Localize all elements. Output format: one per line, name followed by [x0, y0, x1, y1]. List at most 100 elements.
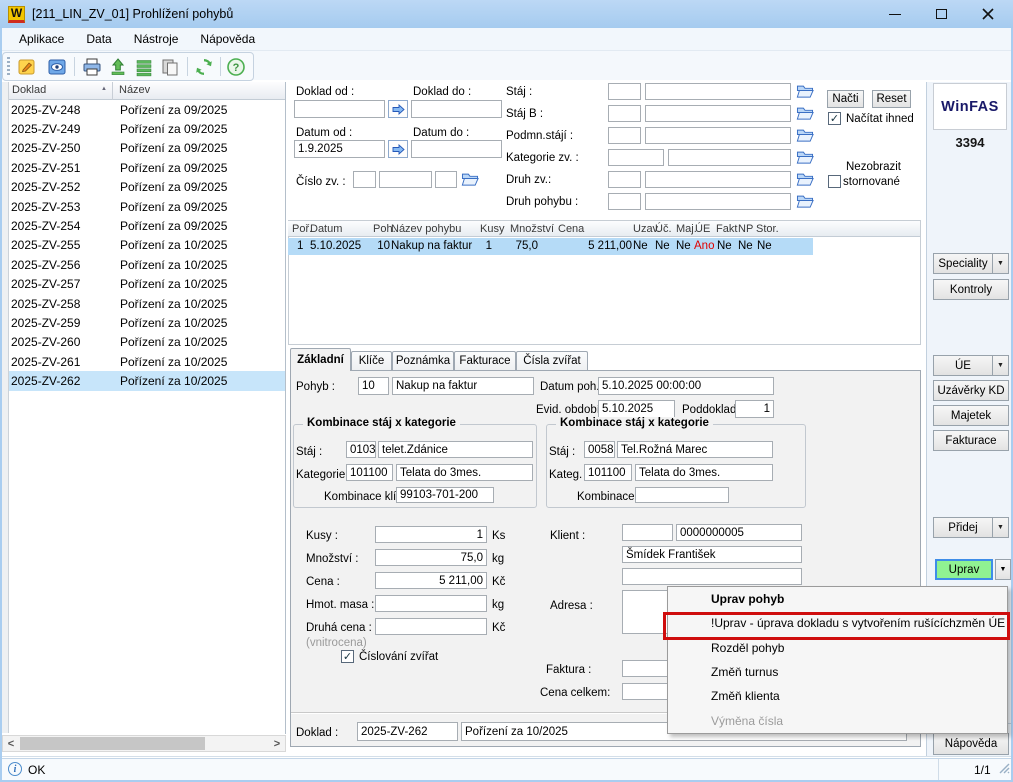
kombinace-right-input[interactable]: [635, 487, 729, 503]
filter-name-input[interactable]: [645, 105, 791, 122]
kontroly-button[interactable]: Kontroly: [933, 279, 1009, 300]
stornovane-checkbox[interactable]: [828, 175, 841, 188]
grid-column-header[interactable]: Stor.: [756, 223, 779, 235]
maximize-button[interactable]: [926, 4, 956, 24]
doc-list-row[interactable]: 2025-ZV-248Pořízení za 09/2025: [2, 100, 285, 119]
grid-column-header[interactable]: Datum: [310, 223, 342, 235]
folder-lookup-icon[interactable]: [796, 106, 814, 120]
dropdown-icon[interactable]: ▼: [992, 254, 1008, 273]
grid-selected-row[interactable]: 15.10.202510Nakup na faktur175,05 211,00…: [288, 238, 920, 255]
pohyb-name-input[interactable]: Nakup na faktur: [392, 377, 534, 395]
cislo-zv-input-2[interactable]: [379, 171, 432, 188]
folder-lookup-icon[interactable]: [796, 128, 814, 142]
klient-code-input[interactable]: 0000000005: [676, 524, 802, 541]
filter-code-input[interactable]: [608, 149, 664, 166]
filter-code-input[interactable]: [608, 83, 641, 100]
grid-column-header[interactable]: Maj.: [676, 223, 697, 235]
tab-fakturace[interactable]: Fakturace: [454, 351, 516, 370]
filter-name-input[interactable]: [645, 193, 791, 210]
dropdown-icon[interactable]: ▼: [992, 356, 1008, 375]
nacti-button[interactable]: Načti: [827, 90, 864, 108]
scroll-left-icon[interactable]: <: [3, 736, 19, 751]
doc-list-row[interactable]: 2025-ZV-258Pořízení za 10/2025: [2, 294, 285, 313]
hmot-masa-input[interactable]: [375, 595, 487, 612]
scroll-right-icon[interactable]: >: [269, 736, 285, 751]
column-header-doklad[interactable]: Doklad: [12, 84, 46, 96]
menu-item[interactable]: Nástroje: [123, 28, 190, 49]
folder-lookup-icon[interactable]: [796, 84, 814, 98]
doc-list-row[interactable]: 2025-ZV-256Pořízení za 10/2025: [2, 255, 285, 274]
doc-list-row[interactable]: 2025-ZV-255Pořízení za 10/2025: [2, 236, 285, 255]
kateg-right-code-input[interactable]: 101100: [584, 464, 632, 481]
uprav-button[interactable]: Uprav: [935, 559, 993, 580]
pohyb-code-input[interactable]: 10: [358, 377, 389, 395]
folder-lookup-icon[interactable]: [796, 150, 814, 164]
close-button[interactable]: [973, 4, 1003, 24]
klient-name-input[interactable]: Šmídek František: [622, 546, 802, 563]
evid-obdobi-input[interactable]: 5.10.2025: [598, 400, 675, 418]
kusy-input[interactable]: 1: [375, 526, 487, 543]
minimize-button[interactable]: [880, 4, 910, 24]
staj-right-name-input[interactable]: Tel.Rožná Marec: [617, 441, 773, 458]
mnozstvi-input[interactable]: 75,0: [375, 549, 487, 566]
majetek-button[interactable]: Majetek: [933, 405, 1009, 426]
menu-item[interactable]: Data: [75, 28, 122, 49]
folder-lookup-icon[interactable]: [796, 194, 814, 208]
document-list-header[interactable]: Doklad ▲ Název: [2, 82, 285, 100]
cislovani-zvirat-label[interactable]: Číslování zvířat: [359, 651, 438, 663]
doklad-do-input[interactable]: [411, 100, 502, 118]
kateg-right-name-input[interactable]: Telata do 3mes.: [635, 464, 773, 481]
uzaverky-kd-button[interactable]: Uzávěrky KD: [933, 380, 1009, 401]
doklad-od-input[interactable]: [294, 100, 385, 118]
tab-cisla-zvirat[interactable]: Čísla zvířat: [516, 351, 588, 370]
dropdown-icon[interactable]: ▼: [992, 518, 1008, 537]
kombinace-left-input[interactable]: 99103-701-200: [396, 487, 494, 503]
staj-right-code-input[interactable]: 0058: [584, 441, 615, 458]
cislovani-zvirat-checkbox[interactable]: ✓: [341, 650, 354, 663]
doc-list-row[interactable]: 2025-ZV-250Pořízení za 09/2025: [2, 139, 285, 158]
klient-extra-input[interactable]: [622, 568, 802, 585]
grid-header[interactable]: Poř.DatumPoh.Název pohybuKusyMnožstvíCen…: [288, 221, 920, 237]
klient-id-input[interactable]: [622, 524, 673, 541]
tab-poznamka[interactable]: Poznámka: [392, 351, 454, 370]
filter-name-input[interactable]: [668, 149, 791, 166]
rows-icon-button[interactable]: [132, 55, 156, 78]
help-icon-button[interactable]: ?: [224, 55, 248, 78]
copy-icon-button[interactable]: [158, 55, 182, 78]
column-divider[interactable]: [112, 82, 113, 100]
doc-list-row[interactable]: 2025-ZV-262Pořízení za 10/2025: [2, 371, 285, 390]
menu-item[interactable]: Aplikace: [8, 28, 75, 49]
horizontal-scrollbar[interactable]: < >: [2, 735, 286, 752]
doc-list-row[interactable]: 2025-ZV-260Pořízení za 10/2025: [2, 333, 285, 352]
grid-column-header[interactable]: Kusy: [480, 223, 504, 235]
folder-lookup-icon[interactable]: [796, 172, 814, 186]
toolbar-grip[interactable]: [7, 57, 10, 76]
grid-column-header[interactable]: NP: [738, 223, 753, 235]
folder-lookup-icon[interactable]: [461, 172, 479, 186]
doc-list-row[interactable]: 2025-ZV-257Pořízení za 10/2025: [2, 275, 285, 294]
tab-klice[interactable]: Klíče: [351, 351, 392, 370]
grid-column-header[interactable]: Úč.: [655, 223, 672, 235]
print-icon-button[interactable]: [80, 55, 104, 78]
context-menu-item[interactable]: Změň turnus: [668, 660, 1007, 684]
poddoklad-input[interactable]: 1: [735, 400, 774, 418]
doc-list-row[interactable]: 2025-ZV-249Pořízení za 09/2025: [2, 119, 285, 138]
uprav-dropdown-button[interactable]: ▼: [995, 559, 1011, 580]
cena-input[interactable]: 5 211,00: [375, 572, 487, 589]
context-menu-item[interactable]: Změň klienta: [668, 684, 1007, 708]
druha-cena-input[interactable]: [375, 618, 487, 635]
reset-button[interactable]: Reset: [872, 90, 911, 108]
filter-code-input[interactable]: [608, 105, 641, 122]
doc-list-row[interactable]: 2025-ZV-253Pořízení za 09/2025: [2, 197, 285, 216]
grid-column-header[interactable]: Název pohybu: [391, 223, 461, 235]
staj-left-name-input[interactable]: telet.Zdánice: [378, 441, 533, 458]
fakturace-button[interactable]: Fakturace: [933, 430, 1009, 451]
pridej-button[interactable]: Přidej▼: [933, 517, 1009, 538]
nacitat-ihned-label[interactable]: Načítat ihned: [846, 113, 914, 125]
scrollbar-thumb[interactable]: [20, 737, 205, 750]
ue-button[interactable]: ÚE▼: [933, 355, 1009, 376]
context-menu-item[interactable]: Uprav pohyb: [668, 587, 1007, 611]
doc-list-row[interactable]: 2025-ZV-251Pořízení za 09/2025: [2, 158, 285, 177]
datum-do-input[interactable]: [411, 140, 502, 158]
filter-name-input[interactable]: [645, 171, 791, 188]
